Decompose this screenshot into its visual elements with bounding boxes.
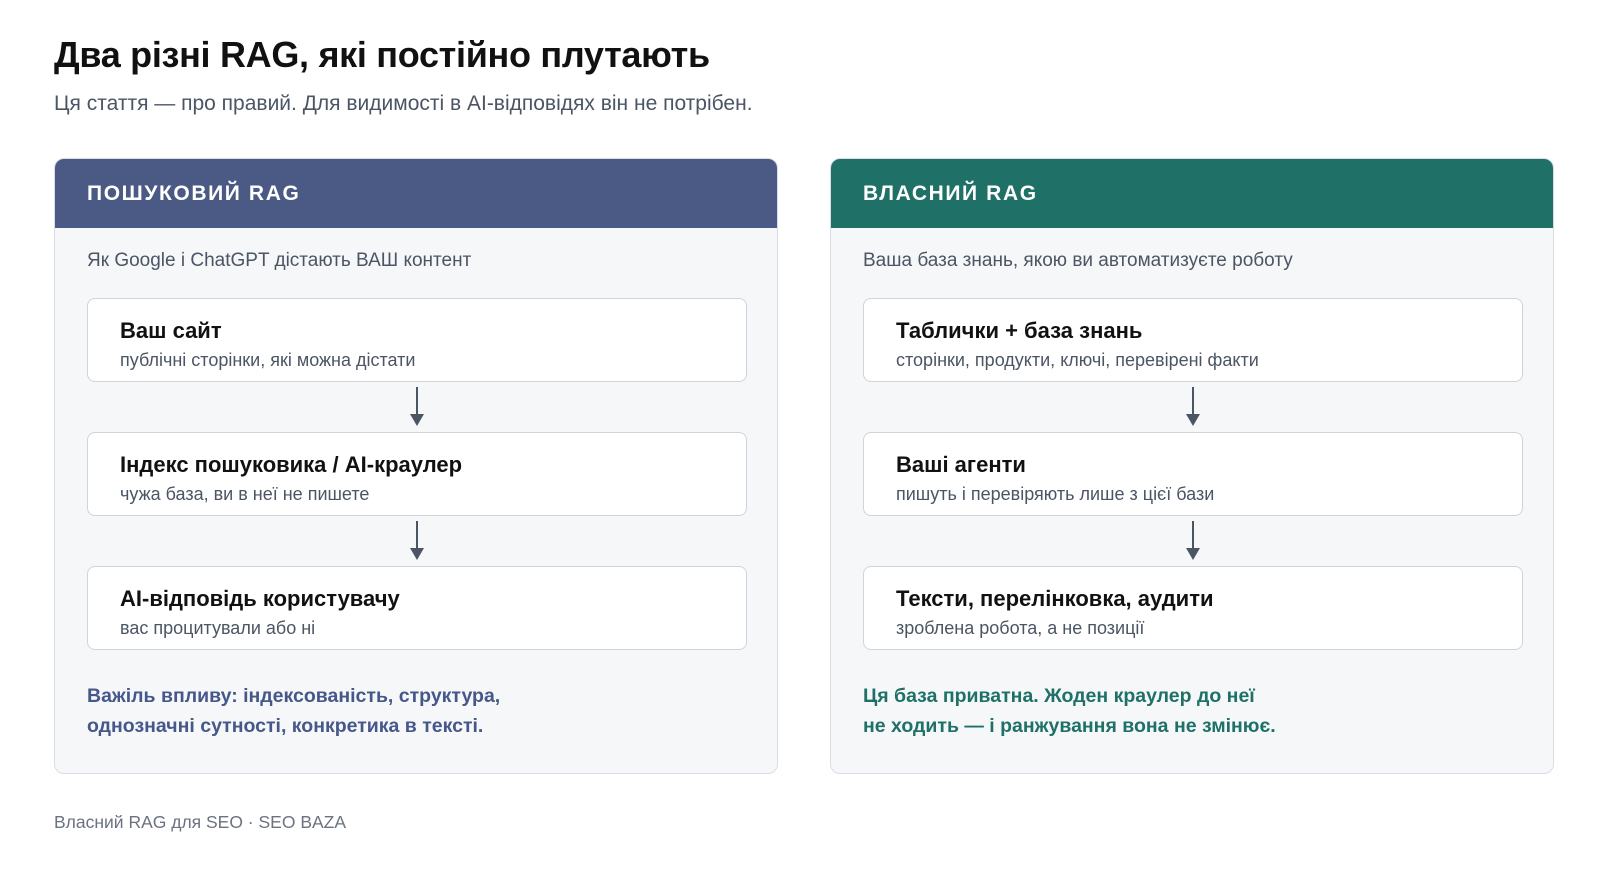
arrow-down-icon: [1186, 387, 1200, 426]
step-description: зроблена робота, а не позиції: [896, 618, 1145, 638]
panel-note: Ця база приватна. Жоден краулер до неї н…: [863, 681, 1523, 741]
flow-step-outputs: Тексти, перелінковка, аудити зроблена ро…: [863, 566, 1523, 650]
arrow-down-icon: [410, 521, 424, 560]
own-rag-panel: ВЛАСНИЙ RAG Ваша база знань, якою ви авт…: [830, 158, 1554, 774]
step-description: пишуть і перевіряють лише з цієї бази: [896, 484, 1215, 504]
step-title: Тексти, перелінковка, аудити: [896, 586, 1214, 611]
note-line: не ходить — і ранжування вона не змінює.: [863, 715, 1276, 737]
flow-step-search-index: Індекс пошуковика / AI-краулер чужа база…: [87, 432, 747, 516]
footer-credit: Власний RAG для SEO · SEO BAZA: [54, 812, 347, 832]
arrow-down-icon: [1186, 521, 1200, 560]
note-line: однозначні сутності, конкретика в тексті…: [87, 715, 484, 737]
arrow-down-icon: [410, 387, 424, 426]
page-title: Два різні RAG, які постійно плутають: [54, 34, 710, 75]
step-title: AI-відповідь користувачу: [120, 586, 400, 611]
flow-step-ai-answer: AI-відповідь користувачу вас процитували…: [87, 566, 747, 650]
flow-step-agents: Ваші агенти пишуть і перевіряють лише з …: [863, 432, 1523, 516]
step-title: Ваші агенти: [896, 452, 1026, 477]
panel-subtitle: Як Google і ChatGPT дістають ВАШ контент: [87, 250, 472, 271]
note-line: Важіль впливу: індексованість, структура…: [87, 685, 501, 707]
panel-note: Важіль впливу: індексованість, структура…: [87, 681, 747, 741]
panel-header: ВЛАСНИЙ RAG: [831, 159, 1553, 228]
panel-header: ПОШУКОВИЙ RAG: [55, 159, 777, 228]
search-rag-panel: ПОШУКОВИЙ RAG Як Google і ChatGPT дістаю…: [54, 158, 778, 774]
note-line: Ця база приватна. Жоден краулер до неї: [863, 685, 1255, 707]
step-title: Індекс пошуковика / AI-краулер: [120, 452, 463, 477]
step-description: чужа база, ви в неї не пишете: [120, 484, 370, 504]
step-description: вас процитували або ні: [120, 618, 316, 638]
step-description: публічні сторінки, які можна дістати: [120, 350, 416, 370]
panel-subtitle: Ваша база знань, якою ви автоматизуєте р…: [863, 250, 1293, 271]
flow-step-knowledge-base: Таблички + база знань сторінки, продукти…: [863, 298, 1523, 382]
step-description: сторінки, продукти, ключі, перевірені фа…: [896, 350, 1259, 370]
step-title: Ваш сайт: [120, 318, 222, 343]
step-title: Таблички + база знань: [896, 318, 1143, 343]
flow-step-your-site: Ваш сайт публічні сторінки, які можна ді…: [87, 298, 747, 382]
page-subtitle: Ця стаття — про правий. Для видимості в …: [54, 92, 753, 115]
